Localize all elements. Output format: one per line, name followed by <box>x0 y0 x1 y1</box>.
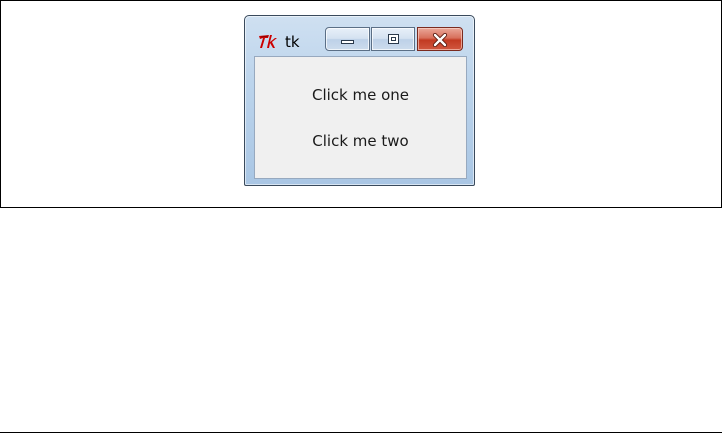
tk-window: tk Click me one Click me two <box>244 15 475 186</box>
title-bar[interactable]: tk <box>245 16 474 56</box>
minimize-icon <box>341 40 354 44</box>
window-client-area: Click me one Click me two <box>254 56 467 179</box>
tk-feather-icon <box>258 33 282 50</box>
maximize-button[interactable] <box>371 27 415 51</box>
maximize-icon <box>388 34 399 44</box>
close-icon <box>432 32 448 51</box>
click-me-two-button[interactable]: Click me two <box>255 128 466 154</box>
bottom-divider <box>0 432 722 433</box>
minimize-button[interactable] <box>325 27 370 51</box>
close-button[interactable] <box>417 27 463 51</box>
click-me-one-button[interactable]: Click me one <box>255 82 466 108</box>
window-title: tk <box>285 33 300 51</box>
